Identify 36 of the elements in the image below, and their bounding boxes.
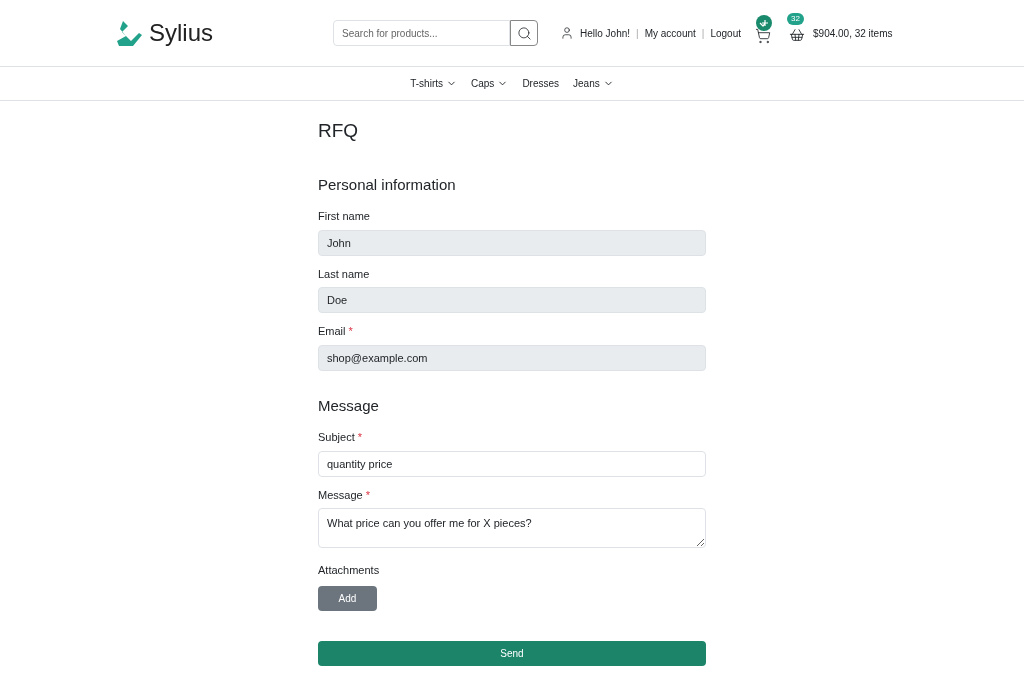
required-asterisk: * (365, 487, 370, 503)
header-link[interactable]: My account (644, 25, 696, 41)
field-label: Subject (318, 430, 355, 445)
send-button[interactable]: Send (318, 640, 706, 666)
greeting-text: Hello John! (580, 26, 631, 41)
cart-summary[interactable]: $904.00, 32 items (813, 25, 893, 41)
basket-icon[interactable] (789, 27, 805, 43)
nav-item[interactable]: Dresses (522, 76, 560, 91)
logo-text[interactable]: Sylius (149, 15, 214, 51)
cart-icon[interactable] (755, 28, 771, 44)
cart-count-badge: 32 (787, 13, 804, 25)
nav-item[interactable]: Caps (471, 76, 509, 91)
user-icon (560, 26, 575, 40)
header-link[interactable]: Logout (710, 25, 741, 41)
separator: | (701, 26, 705, 41)
required-asterisk: * (348, 324, 353, 339)
section-heading: Message (318, 395, 380, 416)
message-field[interactable]: What price can you offer me for X pieces? (318, 508, 706, 548)
add-button[interactable]: Add (318, 585, 377, 611)
input-field[interactable]: quantity price (318, 450, 706, 477)
search-icon (516, 25, 532, 41)
swan-logo-icon (117, 19, 143, 47)
nav-item[interactable]: Jeans (573, 76, 614, 91)
separator: | (636, 26, 639, 41)
field-label: Last name (318, 266, 370, 282)
field-label: Message (318, 487, 363, 503)
page-title: RFQ (318, 119, 360, 143)
required-asterisk: * (357, 430, 362, 445)
search-button[interactable] (510, 20, 539, 46)
quick-order-badge-icon (756, 15, 772, 31)
field-label: First name (318, 209, 370, 224)
field-label: Email (318, 324, 346, 339)
nav-item[interactable]: T-shirts (410, 76, 457, 91)
search-field[interactable]: Search for products... (333, 20, 511, 46)
attachments-label: Attachments (318, 563, 380, 578)
section-heading: Personal information (318, 174, 457, 195)
